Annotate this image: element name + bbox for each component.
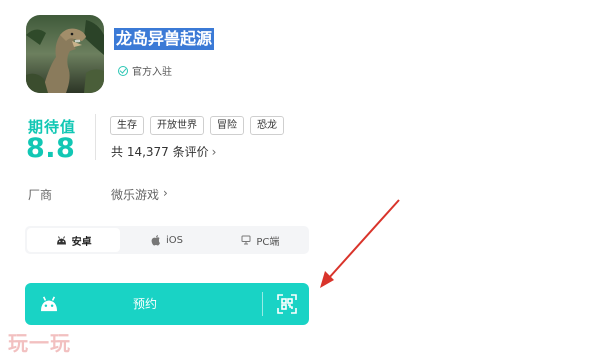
tag-survival[interactable]: 生存 bbox=[110, 116, 144, 135]
qr-scan-icon[interactable] bbox=[277, 294, 297, 318]
tab-ios[interactable]: iOS bbox=[120, 228, 213, 252]
watermark-logo: 玩一玩 bbox=[8, 331, 71, 355]
tab-ios-label: iOS bbox=[165, 234, 183, 246]
tab-android-label: 安卓 bbox=[71, 236, 92, 248]
game-title: 龙岛异兽起源 bbox=[114, 28, 215, 50]
verified-check-icon bbox=[118, 65, 128, 76]
tag-dinosaur[interactable]: 恐龙 bbox=[250, 116, 284, 135]
official-badge: 官方入驻 bbox=[118, 63, 172, 78]
chevron-right-icon: › bbox=[163, 186, 168, 200]
tag-list: 生存 开放世界 冒险 恐龙 bbox=[110, 116, 284, 135]
apple-icon bbox=[151, 234, 161, 246]
reviews-link[interactable]: 共 14,377 条评价 › bbox=[111, 143, 216, 160]
developer-name: 微乐游戏 bbox=[111, 188, 160, 202]
reserve-button[interactable]: 预约 bbox=[25, 283, 309, 325]
tag-adventure[interactable]: 冒险 bbox=[210, 116, 244, 135]
rating-value: 8.8 bbox=[26, 133, 76, 164]
game-icon bbox=[26, 15, 104, 93]
reserve-button-label: 预约 bbox=[132, 297, 157, 311]
tab-android[interactable]: 安卓 bbox=[27, 228, 121, 252]
rating-divider bbox=[95, 114, 96, 160]
platform-tabs: 安卓 iOS PC端 bbox=[25, 226, 309, 254]
official-badge-label: 官方入驻 bbox=[132, 67, 172, 78]
tag-open-world[interactable]: 开放世界 bbox=[150, 116, 204, 135]
developer-link[interactable]: 微乐游戏 › bbox=[111, 186, 168, 203]
developer-label: 厂商 bbox=[28, 188, 53, 202]
android-icon bbox=[56, 235, 67, 245]
monitor-icon bbox=[241, 235, 251, 245]
reserve-divider bbox=[262, 292, 263, 316]
tab-pc[interactable]: PC端 bbox=[214, 228, 307, 252]
chevron-right-icon: › bbox=[211, 144, 217, 159]
reviews-count: 共 14,377 条评价 bbox=[111, 145, 209, 159]
tab-pc-label: PC端 bbox=[256, 236, 280, 248]
